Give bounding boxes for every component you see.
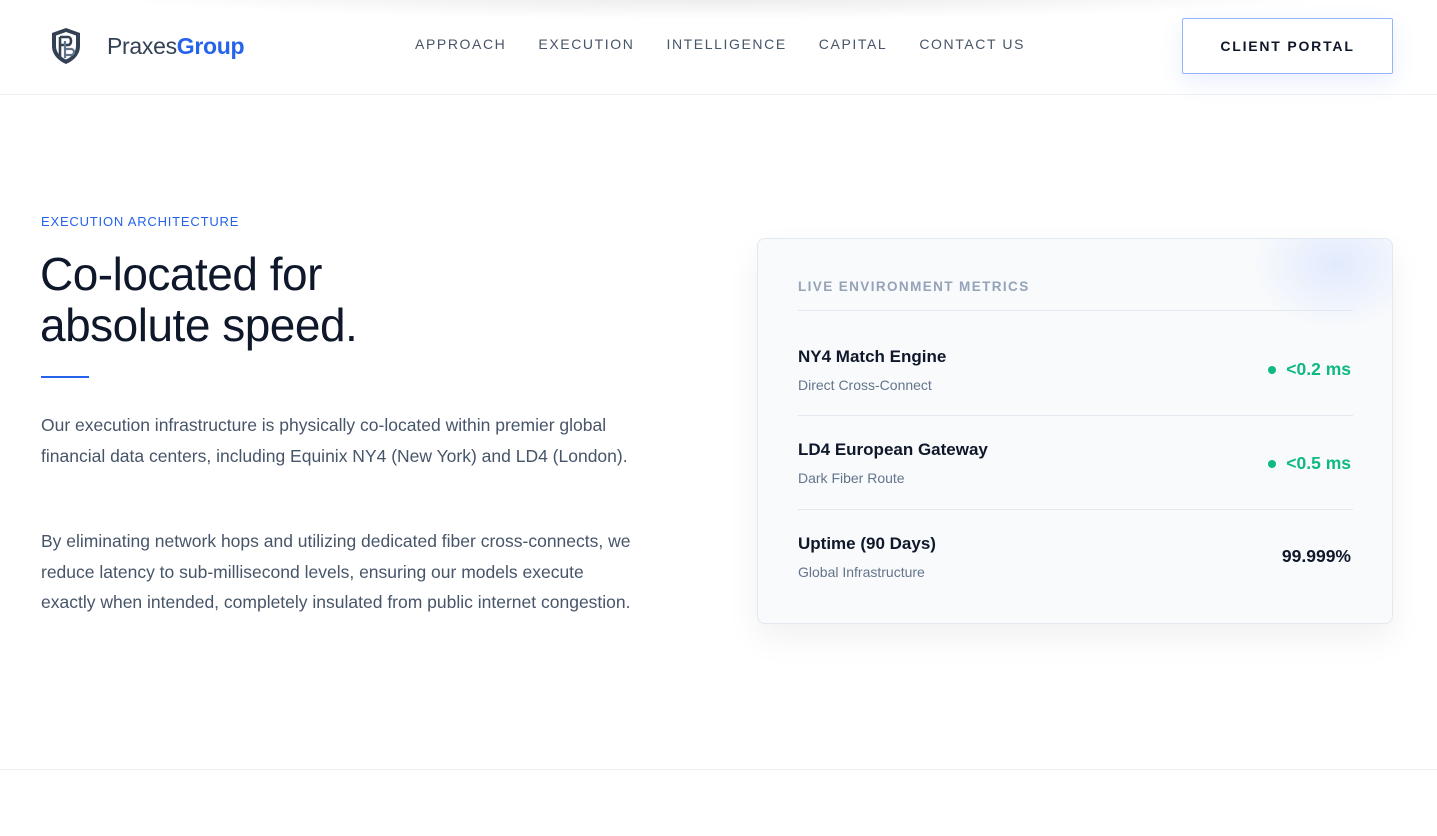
metric-name-ld4: LD4 European Gateway [798, 440, 988, 459]
brand-name: PraxesGroup [107, 32, 245, 59]
intro-paragraph: Our execution infrastructure is physical… [41, 415, 628, 466]
metric-value-text: <0.2 ms [1286, 359, 1351, 379]
accent-divider [41, 376, 89, 378]
shield-logo-icon [52, 28, 80, 64]
metric-sub-uptime: Global Infrastructure [798, 564, 925, 580]
live-metrics-card: LIVE ENVIRONMENT METRICS NY4 Match Engin… [757, 238, 1393, 624]
nav-contact-us[interactable]: CONTACT US [919, 36, 1025, 52]
nav-execution[interactable]: EXECUTION [538, 36, 634, 52]
metric-value-text: <0.5 ms [1286, 453, 1351, 473]
section-eyebrow: EXECUTION ARCHITECTURE [41, 214, 240, 229]
headline-line-2: absolute speed. [40, 299, 358, 351]
section-bottom-divider [0, 769, 1437, 770]
status-dot-icon [1268, 459, 1277, 468]
card-divider [798, 415, 1353, 416]
metrics-card-title: LIVE ENVIRONMENT METRICS [798, 279, 1030, 294]
client-portal-button[interactable]: CLIENT PORTAL [1182, 18, 1393, 74]
detail-paragraph: By eliminating network hops and utilizin… [41, 531, 631, 612]
card-glow [1252, 239, 1392, 329]
main-nav: APPROACH EXECUTION INTELLIGENCE CAPITAL … [415, 36, 1057, 52]
brand-logo-link[interactable]: PraxesGroup [50, 26, 245, 66]
card-divider [798, 310, 1353, 311]
metric-name-uptime: Uptime (90 Days) [798, 534, 936, 553]
nav-intelligence[interactable]: INTELLIGENCE [666, 36, 786, 52]
nav-capital[interactable]: CAPITAL [819, 36, 888, 52]
metric-value-uptime: 99.999% [1282, 546, 1351, 567]
metric-name-ny4: NY4 Match Engine [798, 347, 947, 366]
metric-value-text: 99.999% [1281, 546, 1351, 566]
metric-value-ld4: <0.5 ms [1268, 453, 1351, 474]
header-shadow [60, 0, 1377, 20]
headline-line-1: Co-located for [40, 248, 322, 300]
site-header: PraxesGroup APPROACH EXECUTION INTELLIGE… [0, 0, 1437, 95]
metric-sub-ld4: Dark Fiber Route [798, 470, 905, 486]
metric-sub-ny4: Direct Cross-Connect [798, 377, 932, 393]
card-divider [798, 509, 1353, 510]
nav-approach[interactable]: APPROACH [415, 36, 506, 52]
section-headline: Co-located for absolute speed. [40, 249, 460, 351]
status-dot-icon [1268, 365, 1277, 374]
metric-value-ny4: <0.2 ms [1268, 359, 1351, 380]
